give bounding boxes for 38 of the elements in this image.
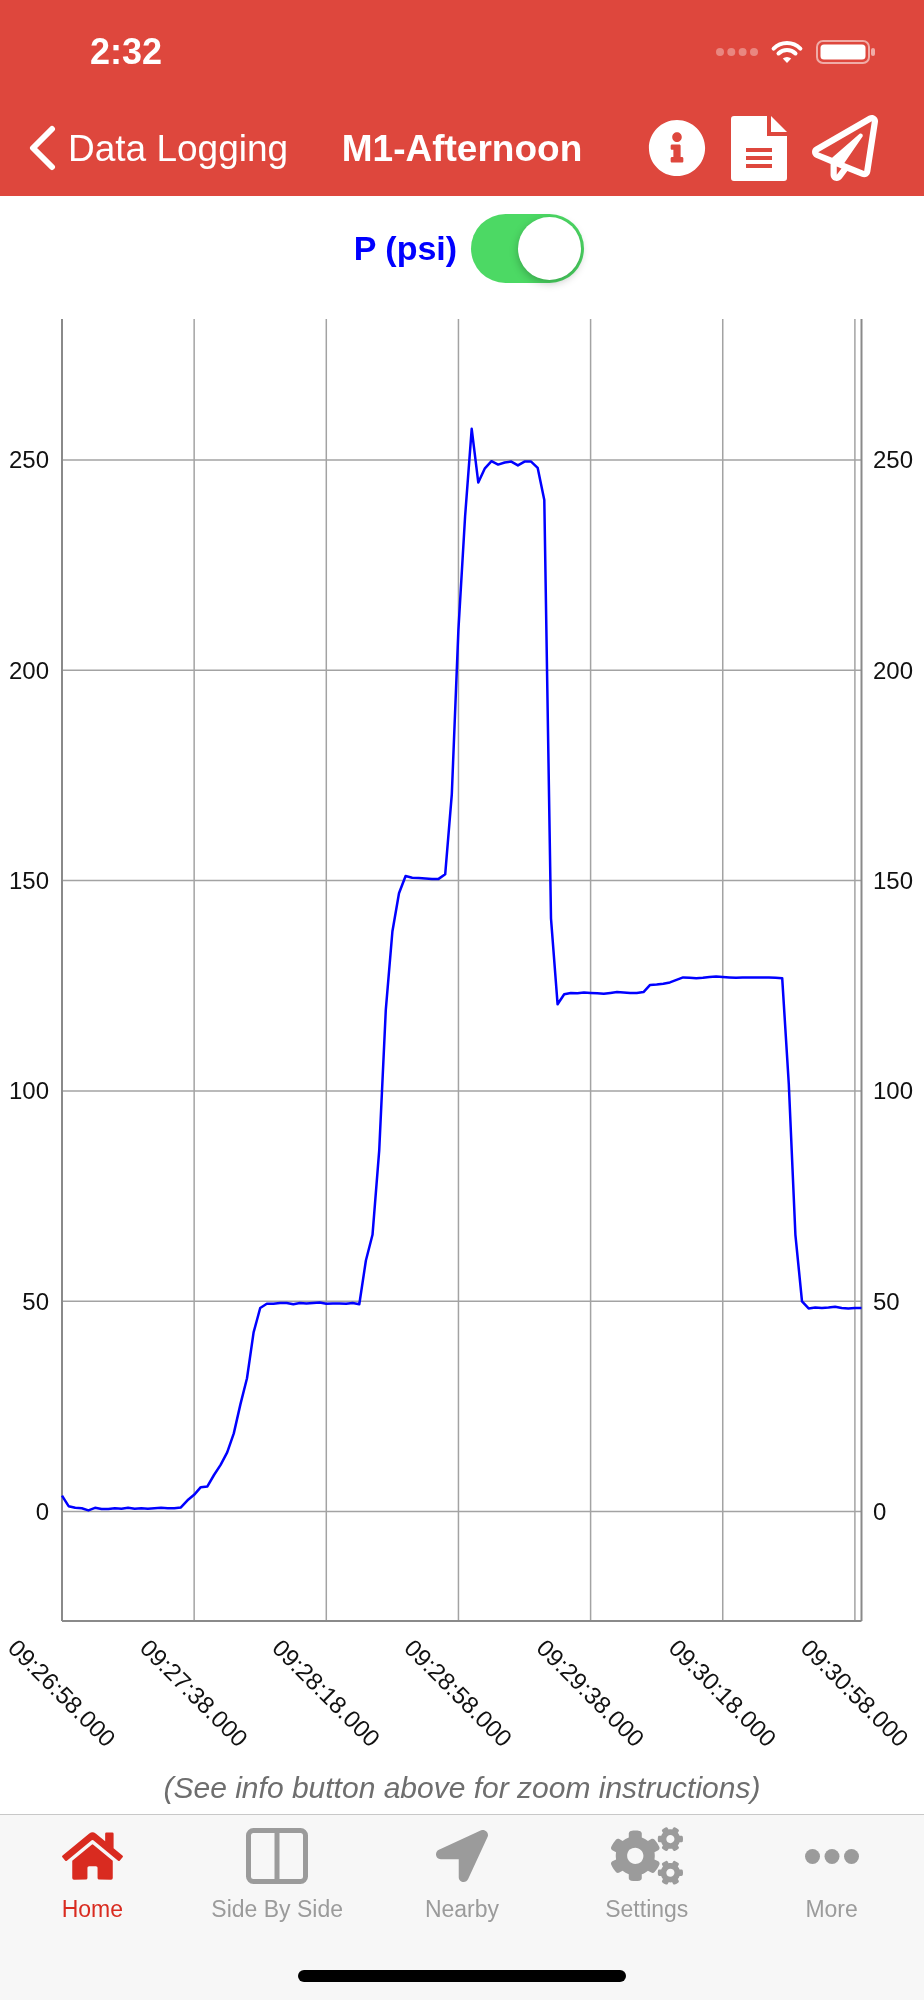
y-tick-label: 250 — [873, 446, 914, 474]
signal-icon — [716, 48, 758, 56]
paper-plane-icon — [812, 115, 878, 181]
tab-bar-item[interactable]: Settings — [554, 1823, 740, 1923]
y-tick-label: 100 — [8, 1077, 49, 1105]
toggle-switch[interactable] — [471, 213, 585, 283]
series-label: P (psi) — [353, 231, 458, 265]
location-arrow-icon — [436, 1830, 488, 1882]
y-tick-label: 200 — [8, 656, 49, 684]
battery-icon — [816, 40, 876, 64]
y-tick-label: 250 — [8, 446, 49, 474]
tab-bar-item[interactable]: Home — [0, 1823, 185, 1923]
send-button[interactable] — [812, 115, 878, 181]
document-button[interactable] — [731, 115, 787, 181]
ellipsis-icon — [804, 1848, 859, 1864]
tab-bar-item[interactable]: Nearby — [369, 1823, 555, 1923]
y-tick-label: 150 — [8, 867, 49, 895]
y-tick-label: 0 — [35, 1498, 49, 1526]
y-tick-label: 150 — [873, 867, 914, 895]
columns-icon — [246, 1828, 309, 1884]
zoom-hint-text: (See info button above for zoom instructions) — [163, 1770, 761, 1806]
info-icon — [648, 119, 706, 177]
tab-bar-item[interactable]: More — [739, 1823, 924, 1923]
y-tick-label: 50 — [873, 1287, 900, 1315]
y-tick-label: 200 — [873, 656, 914, 684]
tab-bar-item[interactable]: Side By Side — [184, 1823, 370, 1923]
back-button[interactable]: Data Logging — [28, 125, 289, 171]
chevron-left-icon — [28, 125, 56, 171]
house-icon — [61, 1829, 123, 1883]
y-tick-label: 50 — [22, 1287, 49, 1315]
y-tick-label: 100 — [873, 1077, 914, 1105]
info-button[interactable] — [648, 119, 706, 177]
y-tick-label: 0 — [873, 1498, 887, 1526]
document-icon — [731, 115, 787, 181]
wifi-icon — [770, 40, 804, 64]
screen-title: M1-Afternoon — [341, 129, 583, 167]
gears-icon — [610, 1827, 683, 1885]
status-time: 2:32 — [90, 30, 163, 70]
